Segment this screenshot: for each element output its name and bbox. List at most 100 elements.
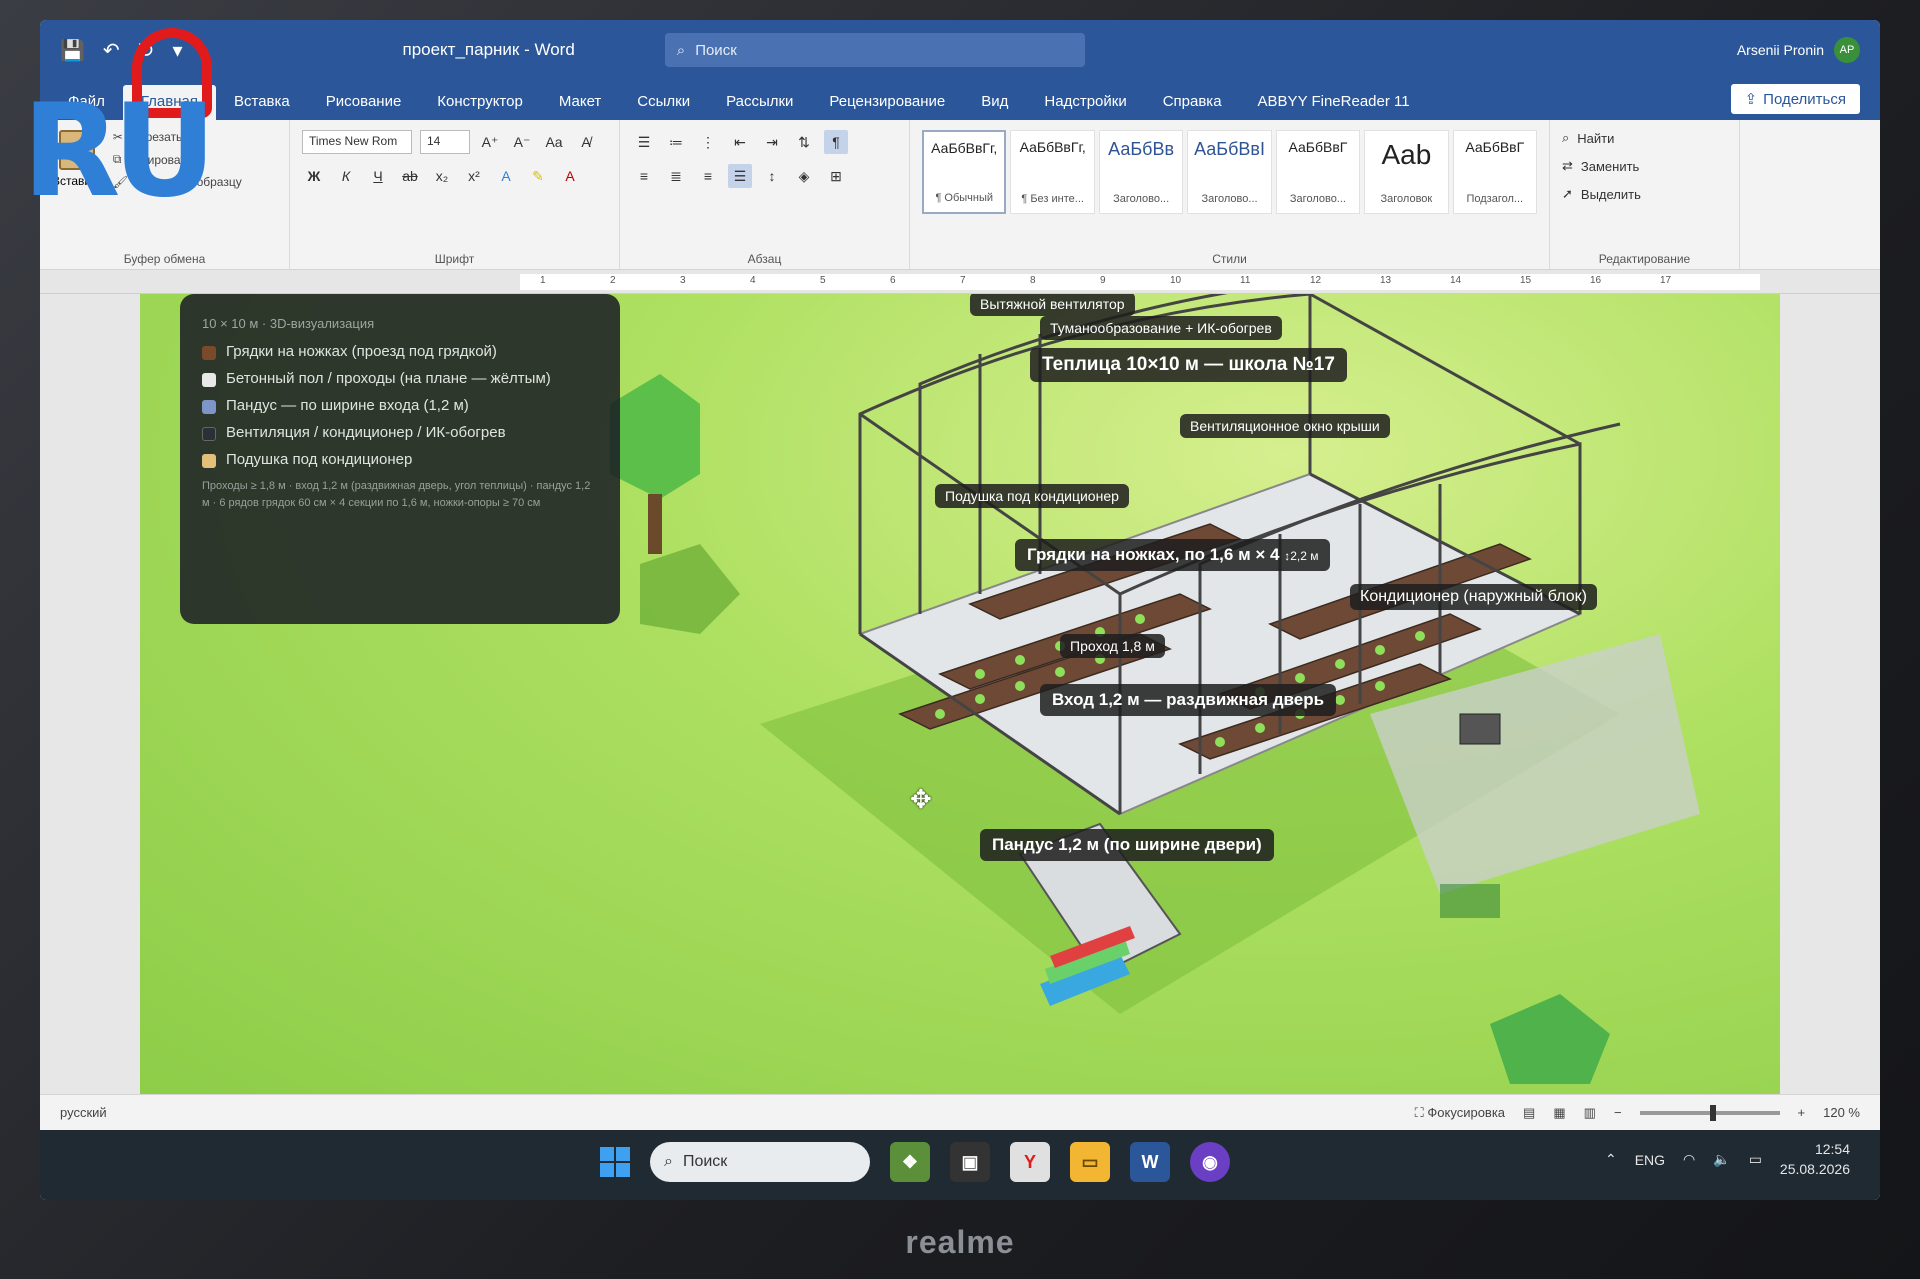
font-group-label: Шрифт — [434, 252, 475, 266]
strikethrough-icon[interactable]: ab — [398, 164, 422, 188]
zoom-in-icon[interactable]: + — [1798, 1105, 1806, 1120]
volume-icon[interactable]: 🔈 — [1713, 1151, 1730, 1168]
style-subtitle[interactable]: АаБбВвГ Подзагол... — [1452, 130, 1537, 214]
keyboard-language[interactable]: ENG — [1635, 1152, 1665, 1168]
cursor-icon: ➚ — [1562, 186, 1573, 201]
tab-layout[interactable]: Макет — [541, 85, 619, 120]
ribbon-tabs: Файл Главная Вставка Рисование Конструкт… — [40, 80, 1880, 120]
align-center-icon[interactable]: ≣ — [664, 164, 688, 188]
underline-icon[interactable]: Ч — [366, 164, 390, 188]
clock-time: 12:54 — [1814, 1141, 1850, 1157]
line-spacing-icon[interactable]: ↕ — [760, 164, 784, 188]
zoom-out-icon[interactable]: − — [1614, 1105, 1622, 1120]
ruler-number: 8 — [1030, 275, 1036, 286]
highlight-icon[interactable]: ✎ — [526, 164, 550, 188]
share-button[interactable]: ⇪ Поделиться — [1730, 84, 1860, 114]
style-name: ¶ Без инте... — [1021, 193, 1084, 205]
print-layout-icon[interactable]: ▦ — [1553, 1105, 1565, 1121]
zoom-knob[interactable] — [1709, 1104, 1716, 1121]
alice-assistant-icon[interactable]: ◉ — [1190, 1142, 1230, 1182]
zoom-slider[interactable] — [1639, 1104, 1780, 1121]
search-input[interactable]: ⌕ Поиск — [664, 33, 1085, 67]
label-ac-pad: Подушка под кондиционер — [935, 484, 1129, 508]
increase-indent-icon[interactable]: ⇥ — [760, 130, 784, 154]
subscript-icon[interactable]: x₂ — [430, 164, 454, 188]
tab-abbyy[interactable]: ABBYY FineReader 11 — [1240, 85, 1428, 120]
clear-format-icon[interactable]: A̸ — [574, 130, 598, 154]
find-button[interactable]: ⌕ Найти — [1562, 130, 1727, 146]
italic-icon[interactable]: К — [334, 164, 358, 188]
borders-icon[interactable]: ⊞ — [824, 164, 848, 188]
language-status[interactable]: русский — [60, 1105, 107, 1120]
style-heading-2[interactable]: АаБбВвІ Заголово... — [1187, 130, 1272, 214]
font-color-icon[interactable]: A — [558, 164, 582, 188]
style-title[interactable]: Aab Заголовок — [1364, 130, 1449, 214]
shading-icon[interactable]: ◈ — [792, 164, 816, 188]
tab-draw[interactable]: Рисование — [308, 85, 420, 120]
style-normal[interactable]: АаБбВвГг, ¶ Обычный — [922, 130, 1007, 214]
widgets-icon[interactable]: ❖ — [890, 1142, 930, 1182]
style-heading-3[interactable]: АаБбВвГ Заголово... — [1275, 130, 1361, 214]
focus-mode-button[interactable]: ⛶ Фокусировка — [1415, 1105, 1505, 1121]
bold-icon[interactable]: Ж — [302, 164, 326, 188]
legend-label: Вентиляция / кондиционер / ИК-обогрев — [226, 424, 506, 441]
style-sample: АаБбВвІ — [1194, 139, 1265, 159]
decrease-indent-icon[interactable]: ⇤ — [728, 130, 752, 154]
user-account[interactable]: Arsenii Pronin AP — [1737, 37, 1860, 63]
multilevel-list-icon[interactable]: ⋮ — [696, 130, 720, 154]
tab-review[interactable]: Рецензирование — [811, 85, 963, 120]
start-button[interactable] — [600, 1147, 630, 1177]
sort-icon[interactable]: ⇅ — [792, 130, 816, 154]
clock[interactable]: 12:54 25.08.2026 — [1780, 1140, 1850, 1179]
tab-mailings[interactable]: Рассылки — [708, 85, 811, 120]
font-size-select[interactable]: 14 — [420, 130, 470, 154]
zoom-level[interactable]: 120 % — [1823, 1105, 1860, 1120]
legend-label: Подушка под кондиционер — [226, 451, 413, 468]
grow-font-icon[interactable]: A⁺ — [478, 130, 502, 154]
justify-icon[interactable]: ☰ — [728, 164, 752, 188]
taskbar-search[interactable]: ⌕ Поиск — [650, 1142, 870, 1182]
tab-view[interactable]: Вид — [963, 85, 1026, 120]
document-page[interactable]: 10 × 10 м · 3D-визуализация Грядки на но… — [140, 294, 1780, 1094]
shrink-font-icon[interactable]: A⁻ — [510, 130, 534, 154]
tray-chevron-icon[interactable]: ⌃ — [1605, 1151, 1617, 1168]
label-exhaust-fan: Вытяжной вентилятор — [970, 294, 1135, 316]
numbering-icon[interactable]: ≔ — [664, 130, 688, 154]
text-effects-icon[interactable]: A — [494, 164, 518, 188]
file-explorer-icon[interactable]: ▭ — [1070, 1142, 1110, 1182]
font-family-select[interactable]: Times New Rom — [302, 130, 412, 154]
ruler-number: 10 — [1170, 275, 1182, 286]
replace-button[interactable]: ⇄ Заменить — [1562, 158, 1727, 174]
style-no-spacing[interactable]: АаБбВвГг, ¶ Без инте... — [1010, 130, 1095, 214]
task-view-icon[interactable]: ▣ — [950, 1142, 990, 1182]
tab-design[interactable]: Конструктор — [419, 85, 541, 120]
show-formatting-icon[interactable]: ¶ — [824, 130, 848, 154]
wifi-icon[interactable]: ◠ — [1683, 1151, 1695, 1168]
document-title: проект_парник - Word — [402, 40, 575, 59]
yandex-browser-icon[interactable]: Y — [1010, 1142, 1050, 1182]
horizontal-ruler[interactable]: 1 2 3 4 5 6 7 8 9 10 11 12 13 14 15 16 17 — [40, 270, 1880, 294]
read-mode-icon[interactable]: ▤ — [1523, 1105, 1535, 1121]
tab-references[interactable]: Ссылки — [619, 85, 708, 120]
select-button[interactable]: ➚ Выделить — [1562, 186, 1727, 202]
web-layout-icon[interactable]: ▥ — [1584, 1105, 1596, 1121]
style-name: Заголово... — [1289, 193, 1346, 205]
align-left-icon[interactable]: ≡ — [632, 164, 656, 188]
superscript-icon[interactable]: x² — [462, 164, 486, 188]
style-name: Подзагол... — [1466, 193, 1524, 205]
document-area[interactable]: 10 × 10 м · 3D-визуализация Грядки на но… — [40, 294, 1880, 1094]
ruler-number: 9 — [1100, 275, 1106, 286]
style-heading-1[interactable]: АаБбВв Заголово... — [1098, 130, 1184, 214]
battery-icon[interactable]: ▭ — [1749, 1151, 1762, 1168]
select-label: Выделить — [1580, 186, 1641, 202]
tab-help[interactable]: Справка — [1145, 85, 1240, 120]
align-right-icon[interactable]: ≡ — [696, 164, 720, 188]
tab-addins[interactable]: Надстройки — [1026, 85, 1144, 120]
word-app-icon[interactable]: W — [1130, 1142, 1170, 1182]
change-case-icon[interactable]: Aa — [542, 130, 566, 154]
label-ramp: Пандус 1,2 м (по ширине двери) — [980, 829, 1274, 861]
logo-text: RU — [22, 77, 216, 226]
style-name: ¶ Обычный — [935, 192, 994, 204]
bullets-icon[interactable]: ☰ — [632, 130, 656, 154]
style-sample: АаБбВв — [1108, 139, 1175, 159]
